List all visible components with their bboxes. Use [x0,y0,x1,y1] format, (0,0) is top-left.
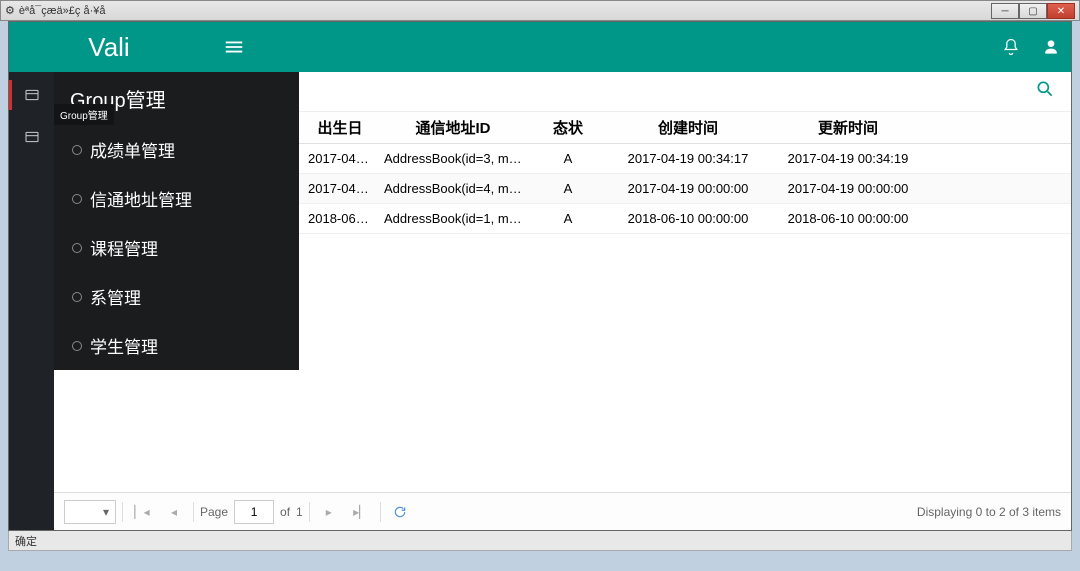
user-icon [1041,37,1061,57]
flyout-item-label: 课程管理 [90,235,158,260]
search-button[interactable] [1035,79,1055,104]
flyout-item-course[interactable]: 课程管理 [54,223,299,272]
pager: ▾ ▏◂ ◂ Page of 1 ▸ ▸▏ Displaying 0 to 2 … [54,492,1071,530]
sidebar-item-2[interactable] [9,122,54,152]
col-created[interactable]: 创建时间 [608,117,768,138]
col-address-id[interactable]: 通信地址ID [378,117,528,138]
cell-created: 2017-04-19 00:00:00 [608,181,768,196]
flyout-item-transcript[interactable]: 成绩单管理 [54,125,299,174]
hamburger-icon [223,36,245,58]
cell-birth: 2018-06-0... [302,211,378,226]
sidebar-item-group[interactable] [9,80,54,110]
total-pages: 1 [296,505,303,519]
flyout-item-department[interactable]: 系管理 [54,272,299,321]
topbar: Vali [9,22,1071,72]
pager-display-text: Displaying 0 to 2 of 3 items [917,505,1061,519]
bell-icon [1001,37,1021,57]
col-status[interactable]: 态状 [528,117,608,138]
status-text: 确定 [15,536,37,548]
separator [380,502,381,522]
body-area: Group管理 Group管理 成绩单管理 信通地址管理 课程管理 系管理 学生… [9,72,1071,530]
menu-toggle-button[interactable] [209,22,259,72]
flyout-item-student[interactable]: 学生管理 [54,321,299,370]
minimize-button[interactable]: ─ [991,3,1019,19]
separator [309,502,310,522]
cell-address-id: AddressBook(id=4, mo... [378,181,528,196]
first-page-button[interactable]: ▏◂ [129,499,155,525]
card-icon [24,129,40,145]
card-icon [24,87,40,103]
separator [193,502,194,522]
cell-updated: 2018-06-10 00:00:00 [768,211,928,226]
cell-address-id: AddressBook(id=1, mo... [378,211,528,226]
app-window: Vali Group管理 Group管理 成绩单管理 信通地址管理 课程管理 [8,21,1072,531]
flyout-item-label: 学生管理 [90,333,158,358]
cell-updated: 2017-04-19 00:00:00 [768,181,928,196]
cell-updated: 2017-04-19 00:34:19 [768,151,928,166]
cell-status: A [528,151,608,166]
close-button[interactable]: ✕ [1047,3,1075,19]
flyout-item-label: 信通地址管理 [90,186,192,211]
col-updated[interactable]: 更新时间 [768,117,928,138]
cell-created: 2018-06-10 00:00:00 [608,211,768,226]
next-page-button[interactable]: ▸ [316,499,342,525]
last-page-button[interactable]: ▸▏ [348,499,374,525]
flyout-item-label: 系管理 [90,284,141,309]
mini-sidebar [9,72,54,530]
cell-birth: 2017-04-0... [302,181,378,196]
circle-icon [72,341,82,351]
window-title: èªå¯çæä»£ç å·¥å [19,5,106,17]
circle-icon [72,145,82,155]
cell-birth: 2017-04-1... [302,151,378,166]
page-input[interactable] [234,500,274,524]
prev-page-button[interactable]: ◂ [161,499,187,525]
search-icon [1035,79,1055,99]
status-bar: 确定 [8,531,1072,551]
refresh-button[interactable] [387,499,413,525]
cell-address-id: AddressBook(id=3, mo... [378,151,528,166]
flyout-item-label: 成绩单管理 [90,137,175,162]
gear-icon: ⚙ [5,4,15,17]
circle-icon [72,292,82,302]
flyout-item-addressbook[interactable]: 信通地址管理 [54,174,299,223]
circle-icon [72,194,82,204]
cell-status: A [528,211,608,226]
col-birth[interactable]: 出生日 [302,117,378,138]
page-label: Page [200,505,228,519]
circle-icon [72,243,82,253]
maximize-button[interactable]: ▢ [1019,3,1047,19]
window-titlebar: ⚙ èªå¯çæä»£ç å·¥å ─ ▢ ✕ [0,0,1080,21]
app-logo: Vali [9,32,209,63]
cell-created: 2017-04-19 00:34:17 [608,151,768,166]
separator [122,502,123,522]
refresh-icon [393,505,407,519]
notifications-button[interactable] [991,22,1031,72]
cell-status: A [528,181,608,196]
page-size-select[interactable]: ▾ [64,500,116,524]
user-menu-button[interactable] [1031,22,1071,72]
of-label: of [280,505,290,519]
sidebar-tooltip: Group管理 [54,104,114,125]
